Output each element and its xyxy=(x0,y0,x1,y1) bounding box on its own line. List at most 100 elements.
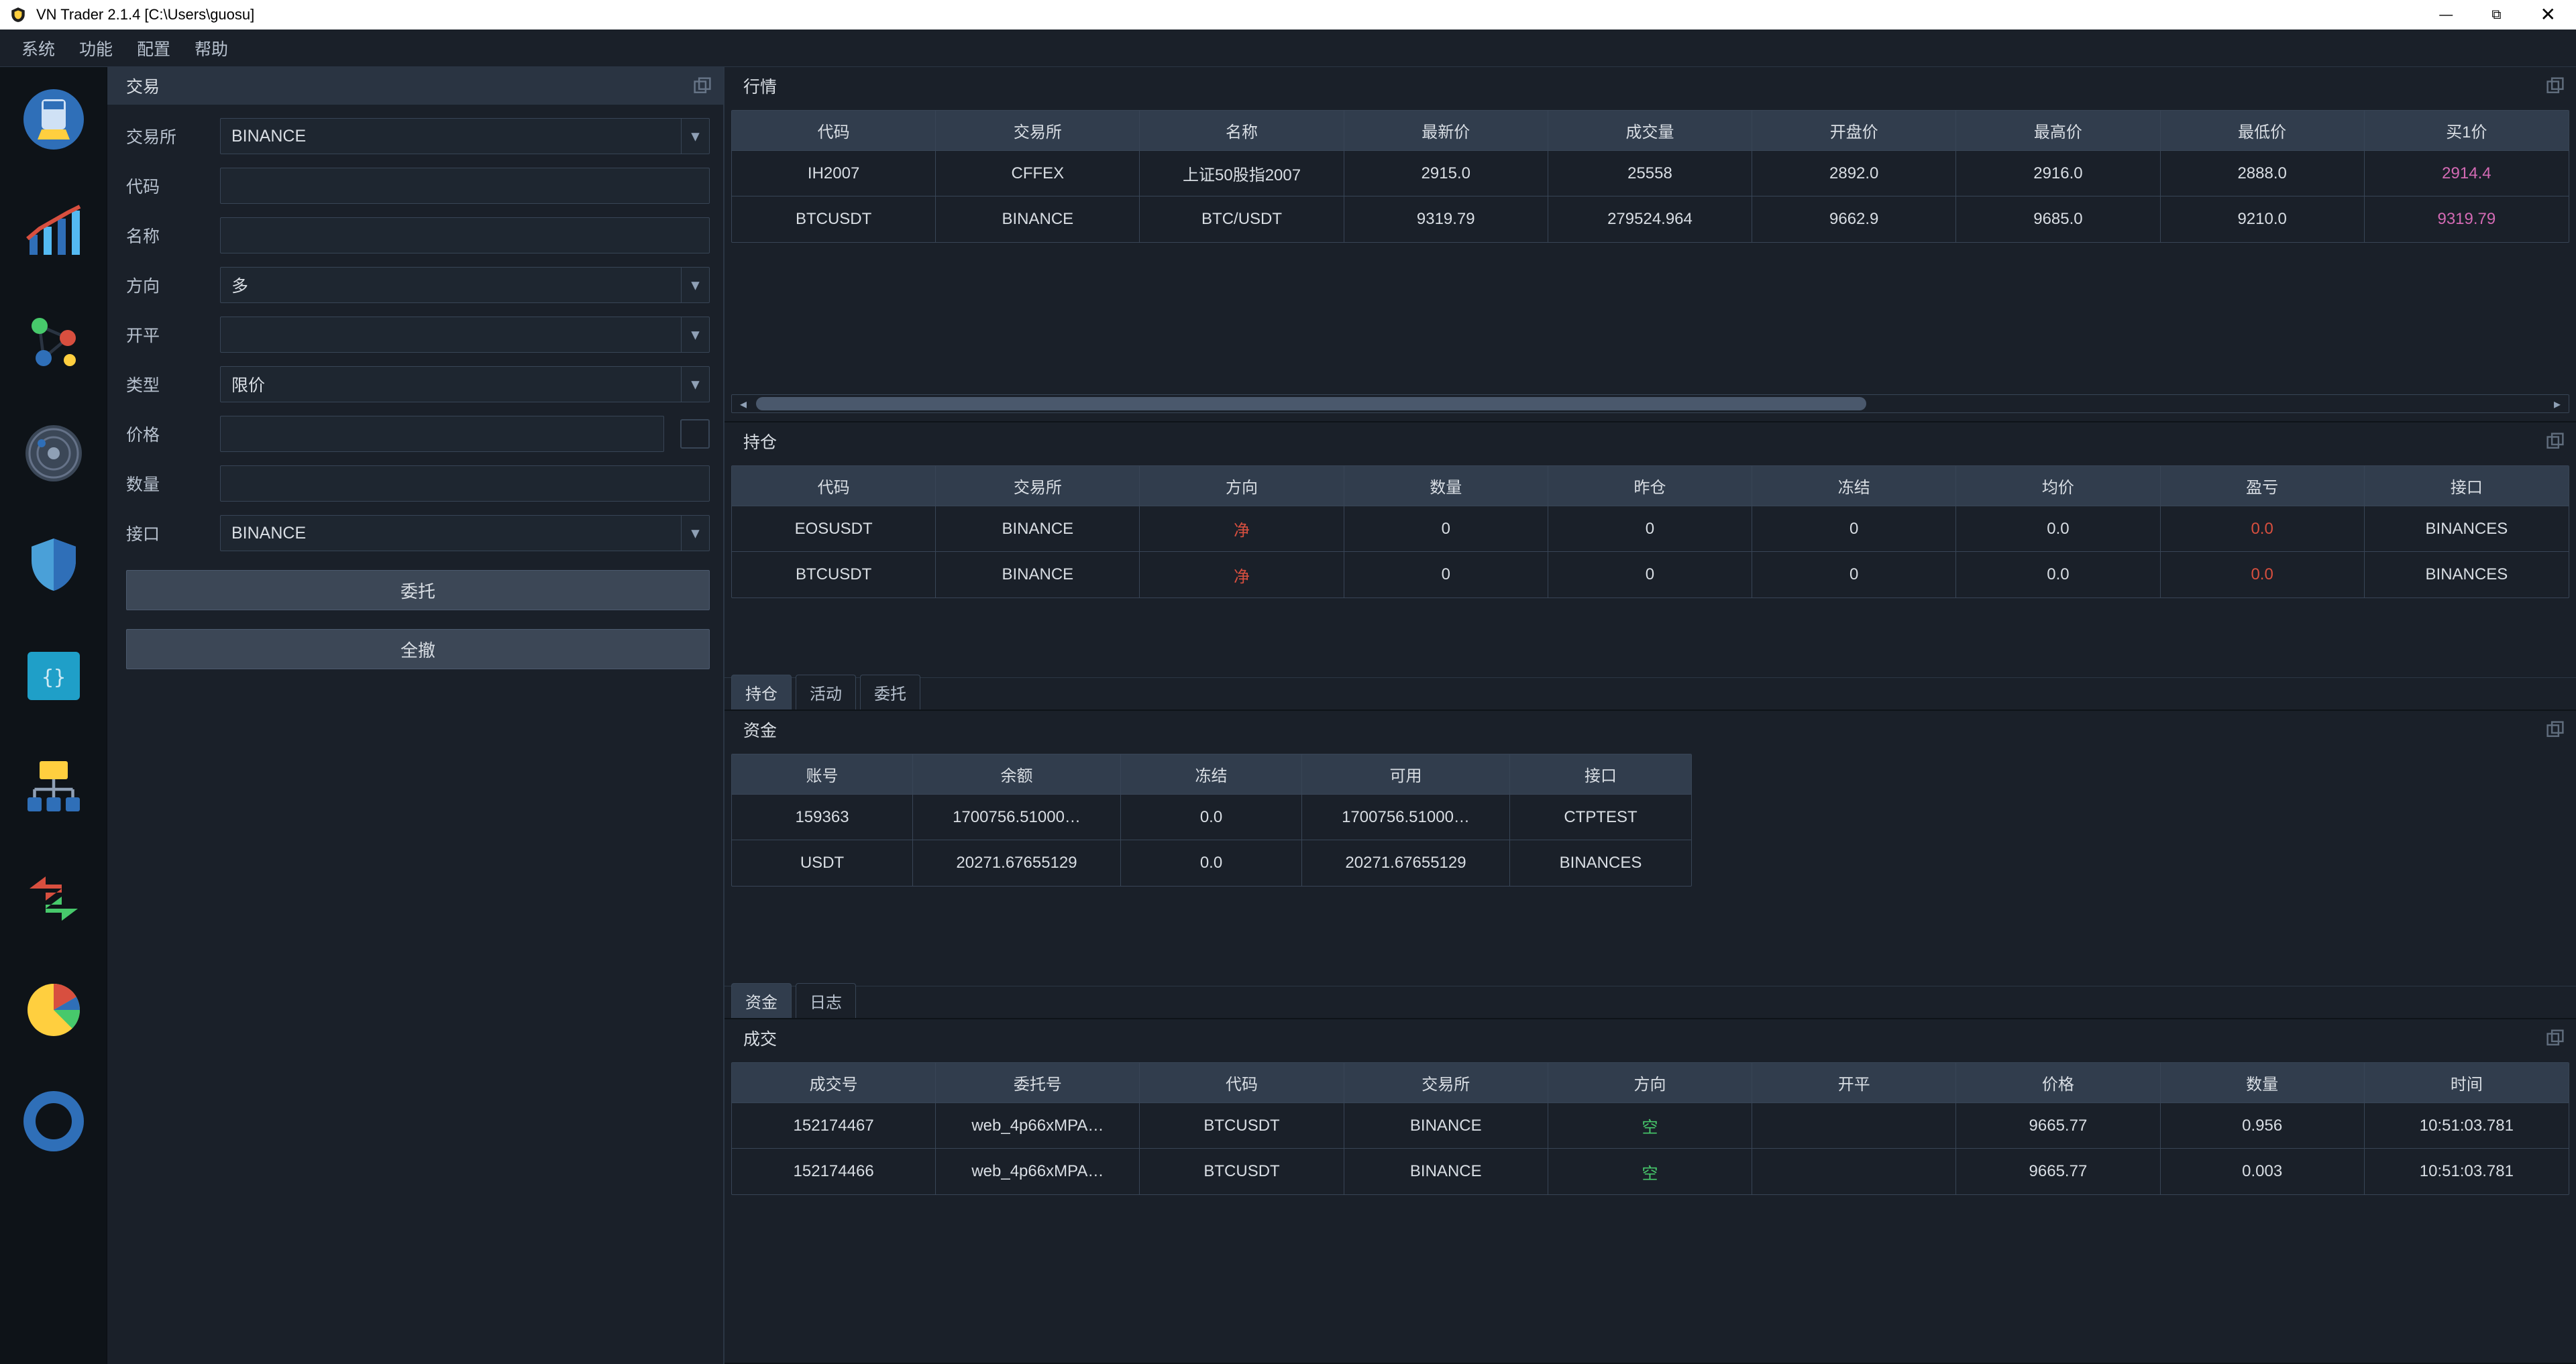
close-button[interactable]: ✕ xyxy=(2540,5,2556,24)
table-row[interactable]: BTCUSDT BINANCE 净 0 0 0 0.0 0.0 BINANCES xyxy=(732,552,2569,598)
select-exchange[interactable]: BINANCE ▾ xyxy=(220,118,710,154)
col-exchange[interactable]: 交易所 xyxy=(936,466,1140,506)
col-bid1[interactable]: 买1价 xyxy=(2365,111,2569,151)
tab-orders[interactable]: 委托 xyxy=(860,675,920,709)
popout-icon[interactable] xyxy=(2546,1029,2564,1047)
quotes-hscrollbar[interactable]: ◂ ▸ xyxy=(731,394,2569,413)
scroll-left-icon[interactable]: ◂ xyxy=(732,395,755,412)
popout-icon[interactable] xyxy=(694,77,711,95)
transfer-icon[interactable] xyxy=(21,866,86,931)
popout-icon[interactable] xyxy=(2546,77,2564,95)
menu-system[interactable]: 系统 xyxy=(13,32,63,64)
popout-icon[interactable] xyxy=(2546,433,2564,450)
table-row[interactable]: 159363 1700756.51000… 0.0 1700756.51000…… xyxy=(732,795,1691,840)
minimize-button[interactable]: — xyxy=(2439,8,2453,21)
col-time[interactable]: 时间 xyxy=(2365,1063,2569,1103)
menu-function[interactable]: 功能 xyxy=(71,32,121,64)
tab-positions[interactable]: 持仓 xyxy=(731,675,792,709)
icon-dock: {} xyxy=(0,67,107,1364)
scroll-right-icon[interactable]: ▸ xyxy=(2546,395,2569,412)
select-offset[interactable]: ▾ xyxy=(220,317,710,353)
col-price[interactable]: 价格 xyxy=(1956,1063,2160,1103)
table-row[interactable]: 152174466 web_4p66xMPA… BTCUSDT BINANCE … xyxy=(732,1149,2569,1194)
menu-help[interactable]: 帮助 xyxy=(186,32,236,64)
maximize-button[interactable]: ⧉ xyxy=(2491,8,2501,21)
input-qty[interactable] xyxy=(220,465,710,502)
pie-icon[interactable] xyxy=(21,978,86,1042)
popout-icon[interactable] xyxy=(2546,721,2564,738)
quotes-grid[interactable]: 代码 交易所 名称 最新价 成交量 开盘价 最高价 最低价 买1价 IH2007 xyxy=(731,110,2569,243)
col-gw[interactable]: 接口 xyxy=(1510,754,1691,795)
table-row[interactable]: IH2007 CFFEX 上证50股指2007 2915.0 25558 289… xyxy=(732,151,2569,196)
submit-order-button[interactable]: 委托 xyxy=(126,570,710,610)
price-lock-checkbox[interactable] xyxy=(680,419,710,449)
accounts-grid[interactable]: 账号 余额 冻结 可用 接口 159363 1700756.51000… 0.0… xyxy=(731,754,1692,887)
menu-config[interactable]: 配置 xyxy=(129,32,178,64)
col-exchange[interactable]: 交易所 xyxy=(1344,1063,1548,1103)
col-avail[interactable]: 可用 xyxy=(1302,754,1510,795)
col-last[interactable]: 最新价 xyxy=(1344,111,1548,151)
select-type[interactable]: 限价 ▾ xyxy=(220,366,710,402)
table-row[interactable]: BTCUSDT BINANCE BTC/USDT 9319.79 279524.… xyxy=(732,196,2569,242)
label-type: 类型 xyxy=(126,372,207,396)
network-icon[interactable] xyxy=(21,310,86,374)
trades-grid[interactable]: 成交号 委托号 代码 交易所 方向 开平 价格 数量 时间 152174467 … xyxy=(731,1062,2569,1195)
input-symbol[interactable] xyxy=(220,168,710,204)
col-offset[interactable]: 开平 xyxy=(1752,1063,1956,1103)
cancel-all-button[interactable]: 全撤 xyxy=(126,629,710,669)
col-account[interactable]: 账号 xyxy=(732,754,913,795)
chevron-down-icon: ▾ xyxy=(681,268,709,302)
select-gateway[interactable]: BINANCE ▾ xyxy=(220,515,710,551)
code-icon[interactable]: {} xyxy=(21,644,86,708)
label-offset: 开平 xyxy=(126,323,207,347)
accounts-panel: 资金 账号 余额 冻结 可用 接口 xyxy=(724,711,2576,1019)
col-open[interactable]: 开盘价 xyxy=(1752,111,1956,151)
workspace: {} 交易 交易所 BINANCE ▾ xyxy=(0,67,2576,1364)
tab-fund[interactable]: 资金 xyxy=(731,983,792,1018)
positions-title: 持仓 xyxy=(743,429,777,453)
col-symbol[interactable]: 代码 xyxy=(732,111,936,151)
tab-log[interactable]: 日志 xyxy=(796,983,856,1018)
input-name[interactable] xyxy=(220,217,710,253)
scroll-thumb[interactable] xyxy=(756,397,1866,410)
col-name[interactable]: 名称 xyxy=(1140,111,1344,151)
col-dir[interactable]: 方向 xyxy=(1140,466,1344,506)
tab-active[interactable]: 活动 xyxy=(796,675,856,709)
select-direction[interactable]: 多 ▾ xyxy=(220,267,710,303)
positions-grid[interactable]: 代码 交易所 方向 数量 昨仓 冻结 均价 盈亏 接口 EOSUSDT BINA… xyxy=(731,465,2569,598)
table-row[interactable]: 152174467 web_4p66xMPA… BTCUSDT BINANCE … xyxy=(732,1103,2569,1149)
col-qty[interactable]: 数量 xyxy=(2161,1063,2365,1103)
col-low[interactable]: 最低价 xyxy=(2161,111,2365,151)
col-pnl[interactable]: 盈亏 xyxy=(2161,466,2365,506)
col-volume[interactable]: 成交量 xyxy=(1548,111,1752,151)
chart-icon[interactable] xyxy=(21,198,86,263)
col-yd[interactable]: 昨仓 xyxy=(1548,466,1752,506)
trades-title: 成交 xyxy=(743,1026,777,1050)
chevron-down-icon: ▾ xyxy=(681,516,709,551)
col-avg[interactable]: 均价 xyxy=(1956,466,2160,506)
col-symbol[interactable]: 代码 xyxy=(1140,1063,1344,1103)
trades-panel: 成交 成交号 委托号 代码 交易所 方向 开平 价格 数量 xyxy=(724,1019,2576,1364)
strategy-icon[interactable] xyxy=(21,87,86,152)
col-gw[interactable]: 接口 xyxy=(2365,466,2569,506)
quotes-title: 行情 xyxy=(743,74,777,98)
shield-icon[interactable] xyxy=(21,532,86,597)
col-tradeid[interactable]: 成交号 xyxy=(732,1063,936,1103)
col-exchange[interactable]: 交易所 xyxy=(936,111,1140,151)
table-row[interactable]: EOSUSDT BINANCE 净 0 0 0 0.0 0.0 BINANCES xyxy=(732,506,2569,552)
col-high[interactable]: 最高价 xyxy=(1956,111,2160,151)
col-dir[interactable]: 方向 xyxy=(1548,1063,1752,1103)
col-balance[interactable]: 余额 xyxy=(913,754,1121,795)
col-frozen[interactable]: 冻结 xyxy=(1121,754,1302,795)
disc-icon[interactable] xyxy=(21,421,86,486)
server-icon[interactable] xyxy=(21,755,86,819)
ring-icon[interactable] xyxy=(21,1089,86,1153)
table-row[interactable]: USDT 20271.67655129 0.0 20271.67655129 B… xyxy=(732,840,1691,886)
col-orderid[interactable]: 委托号 xyxy=(936,1063,1140,1103)
accounts-tabs: 资金 日志 xyxy=(724,986,2576,1018)
col-frozen[interactable]: 冻结 xyxy=(1752,466,1956,506)
col-symbol[interactable]: 代码 xyxy=(732,466,936,506)
input-price[interactable] xyxy=(220,416,664,452)
order-panel-title: 交易 xyxy=(126,74,160,98)
col-qty[interactable]: 数量 xyxy=(1344,466,1548,506)
